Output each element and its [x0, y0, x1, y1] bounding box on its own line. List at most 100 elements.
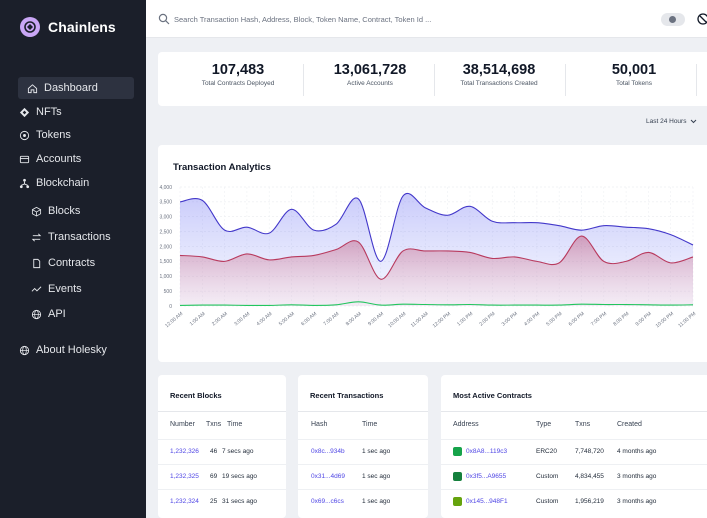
- block-time: 19 secs ago: [222, 473, 258, 480]
- block-number-link[interactable]: 1,232,325: [170, 473, 199, 480]
- cube-icon: [30, 205, 42, 217]
- token-icon: [18, 129, 30, 141]
- x-tick-label: 12:00 AM: [164, 311, 184, 329]
- chevron-down-icon: [691, 119, 697, 123]
- wallet-icon: [18, 153, 30, 165]
- most-active-contracts-card: Most Active Contracts Address Type Txns …: [441, 375, 707, 518]
- transaction-analytics-chart: 05001,0001,5002,0002,5003,0003,5004,000 …: [159, 185, 697, 329]
- x-tick-label: 7:00 PM: [590, 311, 608, 328]
- stat-value: 38,514,698: [462, 62, 536, 78]
- transaction-hash-link[interactable]: 0x8c...934b: [311, 448, 345, 455]
- contract-created: 3 months ago: [617, 498, 657, 505]
- brand[interactable]: Chainlens: [20, 17, 116, 37]
- contract-address-link[interactable]: 0x3f5...A9655: [466, 473, 506, 480]
- transaction-hash-link[interactable]: 0x31...4d69: [311, 473, 345, 480]
- stat-value: 50,001: [611, 62, 657, 78]
- column-header: Txns: [575, 421, 591, 428]
- sidebar-item-contracts[interactable]: Contracts: [30, 253, 95, 273]
- sidebar-item-label: Blocks: [48, 205, 81, 217]
- network-icon[interactable]: [697, 12, 707, 26]
- y-tick-label: 0: [169, 304, 172, 310]
- stat-contracts: 107,483 Total Contracts Deployed: [173, 62, 303, 87]
- x-tick-label: 4:00 PM: [523, 311, 541, 328]
- x-tick-label: 5:00 AM: [278, 311, 296, 327]
- x-tick-label: 8:00 AM: [345, 311, 363, 327]
- x-tick-label: 2:00 PM: [478, 311, 496, 328]
- stat-divider: [696, 64, 697, 96]
- x-tick-label: 11:00 PM: [677, 311, 697, 329]
- contract-txns: 4,834,455: [575, 473, 604, 480]
- card-title: Recent Blocks: [170, 391, 222, 400]
- contract-type: Custom: [536, 473, 559, 480]
- x-tick-label: 9:00 AM: [367, 311, 385, 327]
- stat-divider: [565, 64, 566, 96]
- x-tick-label: 1:00 AM: [189, 311, 207, 327]
- contract-created: 4 months ago: [617, 448, 657, 455]
- transaction-time: 1 sec ago: [362, 473, 391, 480]
- sidebar-item-blocks[interactable]: Blocks: [30, 201, 80, 221]
- y-tick-label: 2,500: [159, 229, 172, 235]
- sidebar-item-dashboard[interactable]: Dashboard: [18, 77, 134, 99]
- stat-value: 107,483: [211, 62, 265, 78]
- column-header: Created: [617, 421, 642, 428]
- divider: [441, 411, 707, 412]
- globe-icon: [30, 308, 42, 320]
- column-header: Number: [170, 421, 195, 428]
- recent-transactions-card: Recent Transactions Hash Time 0x8c...934…: [298, 375, 428, 518]
- divider: [158, 439, 286, 440]
- block-txns: 69: [210, 473, 218, 480]
- sidebar-item-accounts[interactable]: Accounts: [18, 149, 81, 169]
- home-icon: [26, 82, 38, 94]
- block-number-link[interactable]: 1,232,324: [170, 498, 199, 505]
- sidebar-item-label: Dashboard: [44, 82, 98, 94]
- sidebar-item-transactions[interactable]: Transactions: [30, 227, 111, 247]
- divider: [298, 439, 428, 440]
- sidebar-item-api[interactable]: API: [30, 304, 66, 324]
- y-tick-label: 2,000: [159, 244, 172, 250]
- time-range-dropdown[interactable]: Last 24 Hours: [646, 115, 697, 127]
- blockchain-icon: [18, 177, 30, 189]
- search-icon: [158, 13, 170, 25]
- search-input[interactable]: [174, 9, 654, 29]
- stat-label: Active Accounts: [347, 80, 393, 87]
- sidebar-item-label: Accounts: [36, 153, 82, 165]
- sidebar-item-label: API: [48, 308, 66, 320]
- column-header: Time: [227, 421, 243, 428]
- sidebar-item-label: Contracts: [48, 257, 96, 269]
- sidebar-item-events[interactable]: Events: [30, 279, 82, 299]
- contract-avatar-icon: [453, 497, 462, 506]
- sidebar-item-nfts[interactable]: NFTs: [18, 102, 62, 122]
- y-tick-label: 3,500: [159, 200, 172, 206]
- y-tick-label: 500: [164, 289, 173, 295]
- sidebar-item-blockchain[interactable]: Blockchain: [18, 173, 89, 193]
- sidebar-item-tokens[interactable]: Tokens: [18, 125, 71, 145]
- stat-label: Total Tokens: [615, 80, 652, 87]
- y-tick-label: 4,000: [159, 185, 172, 191]
- sidebar-item-label: Transactions: [48, 231, 111, 243]
- block-number-link[interactable]: 1,232,326: [170, 448, 199, 455]
- x-tick-label: 3:00 AM: [233, 311, 251, 327]
- top-bar: [146, 0, 707, 38]
- stat-divider: [303, 64, 304, 96]
- x-tick-label: 10:00 AM: [387, 311, 407, 329]
- stat-accounts: 13,061,728 Active Accounts: [305, 62, 435, 87]
- transaction-hash-link[interactable]: 0x69...c6cs: [311, 498, 344, 505]
- stat-transactions: 38,514,698 Total Transactions Created: [434, 62, 564, 87]
- sidebar-item-about-holesky[interactable]: About Holesky: [18, 340, 107, 360]
- activity-icon: [30, 283, 42, 295]
- sidebar-item-label: Tokens: [36, 129, 71, 141]
- divider: [298, 464, 428, 465]
- theme-toggle[interactable]: [661, 13, 685, 26]
- contract-address-link[interactable]: 0x8A8...119c3: [466, 448, 507, 455]
- divider: [158, 411, 286, 412]
- stats-panel: 107,483 Total Contracts Deployed 13,061,…: [158, 52, 707, 106]
- y-tick-label: 1,000: [159, 274, 172, 280]
- x-tick-label: 1:00 PM: [456, 311, 474, 328]
- x-tick-label: 10:00 PM: [655, 311, 675, 329]
- x-tick-label: 4:00 AM: [256, 311, 274, 327]
- nft-icon: [18, 106, 30, 118]
- contract-address-link[interactable]: 0x145...948F1: [466, 498, 508, 505]
- brand-name: Chainlens: [48, 19, 116, 35]
- card-title: Most Active Contracts: [453, 391, 532, 400]
- divider: [158, 489, 286, 490]
